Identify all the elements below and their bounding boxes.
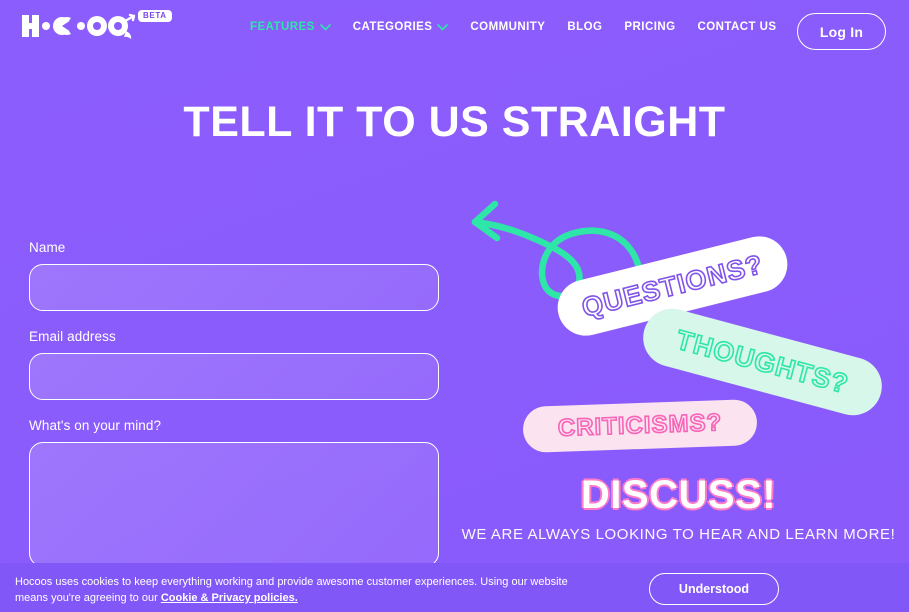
top-navigation-bar: BETA FEATURES CATEGORIES COMMUNITY BLOG …: [0, 0, 909, 62]
name-input[interactable]: [29, 264, 439, 311]
discuss-block: DISCUSS! WE ARE ALWAYS LOOKING TO HEAR A…: [448, 475, 909, 545]
login-button[interactable]: Log In: [797, 13, 886, 50]
cookie-consent-text: Hocoos uses cookies to keep everything w…: [15, 575, 575, 606]
understood-button[interactable]: Understood: [649, 573, 779, 605]
nav-item-community[interactable]: COMMUNITY: [470, 21, 545, 33]
site-logo[interactable]: BETA: [22, 9, 172, 43]
hocoos-logo-icon: [22, 13, 136, 39]
nav-item-features-label: FEATURES: [250, 21, 315, 33]
discuss-title: DISCUSS!: [580, 473, 777, 517]
nav-item-blog[interactable]: BLOG: [567, 21, 602, 33]
nav-item-categories-label: CATEGORIES: [352, 21, 433, 33]
nav-links: FEATURES CATEGORIES COMMUNITY BLOG PRICI…: [250, 21, 777, 33]
message-textarea[interactable]: [29, 442, 439, 567]
message-label: What's on your mind?: [29, 418, 162, 433]
nav-item-pricing-label: PRICING: [624, 21, 676, 33]
nav-item-features[interactable]: FEATURES: [250, 21, 331, 33]
badge-criticisms: CRITICISMS?: [522, 398, 758, 454]
badge-thoughts-label: THOUGHTS?: [672, 323, 852, 399]
contact-form: Name Email address What's on your mind?: [29, 240, 439, 567]
email-label: Email address: [29, 329, 116, 344]
nav-item-community-label: COMMUNITY: [470, 21, 546, 33]
name-label: Name: [29, 240, 66, 255]
nav-item-categories[interactable]: CATEGORIES: [353, 21, 449, 33]
cookie-privacy-policy-link[interactable]: Cookie & Privacy policies.: [161, 592, 298, 604]
beta-badge: BETA: [138, 10, 172, 22]
nav-item-blog-label: BLOG: [567, 21, 603, 33]
email-input[interactable]: [29, 353, 439, 400]
field-spacer: [29, 400, 439, 418]
cookie-consent-bar: Hocoos uses cookies to keep everything w…: [0, 563, 909, 612]
discuss-subtitle: WE ARE ALWAYS LOOKING TO HEAR AND LEARN …: [461, 526, 896, 543]
badge-criticisms-label: CRITICISMS?: [557, 408, 724, 442]
chevron-down-icon: [319, 23, 331, 31]
chevron-down-icon: [437, 23, 449, 31]
nav-item-contact-us-label: CONTACT US: [697, 21, 777, 33]
field-spacer: [29, 311, 439, 329]
page-title: TELL IT TO US STRAIGHT: [183, 98, 726, 146]
nav-item-contact-us[interactable]: CONTACT US: [698, 21, 777, 33]
nav-item-pricing[interactable]: PRICING: [624, 21, 675, 33]
